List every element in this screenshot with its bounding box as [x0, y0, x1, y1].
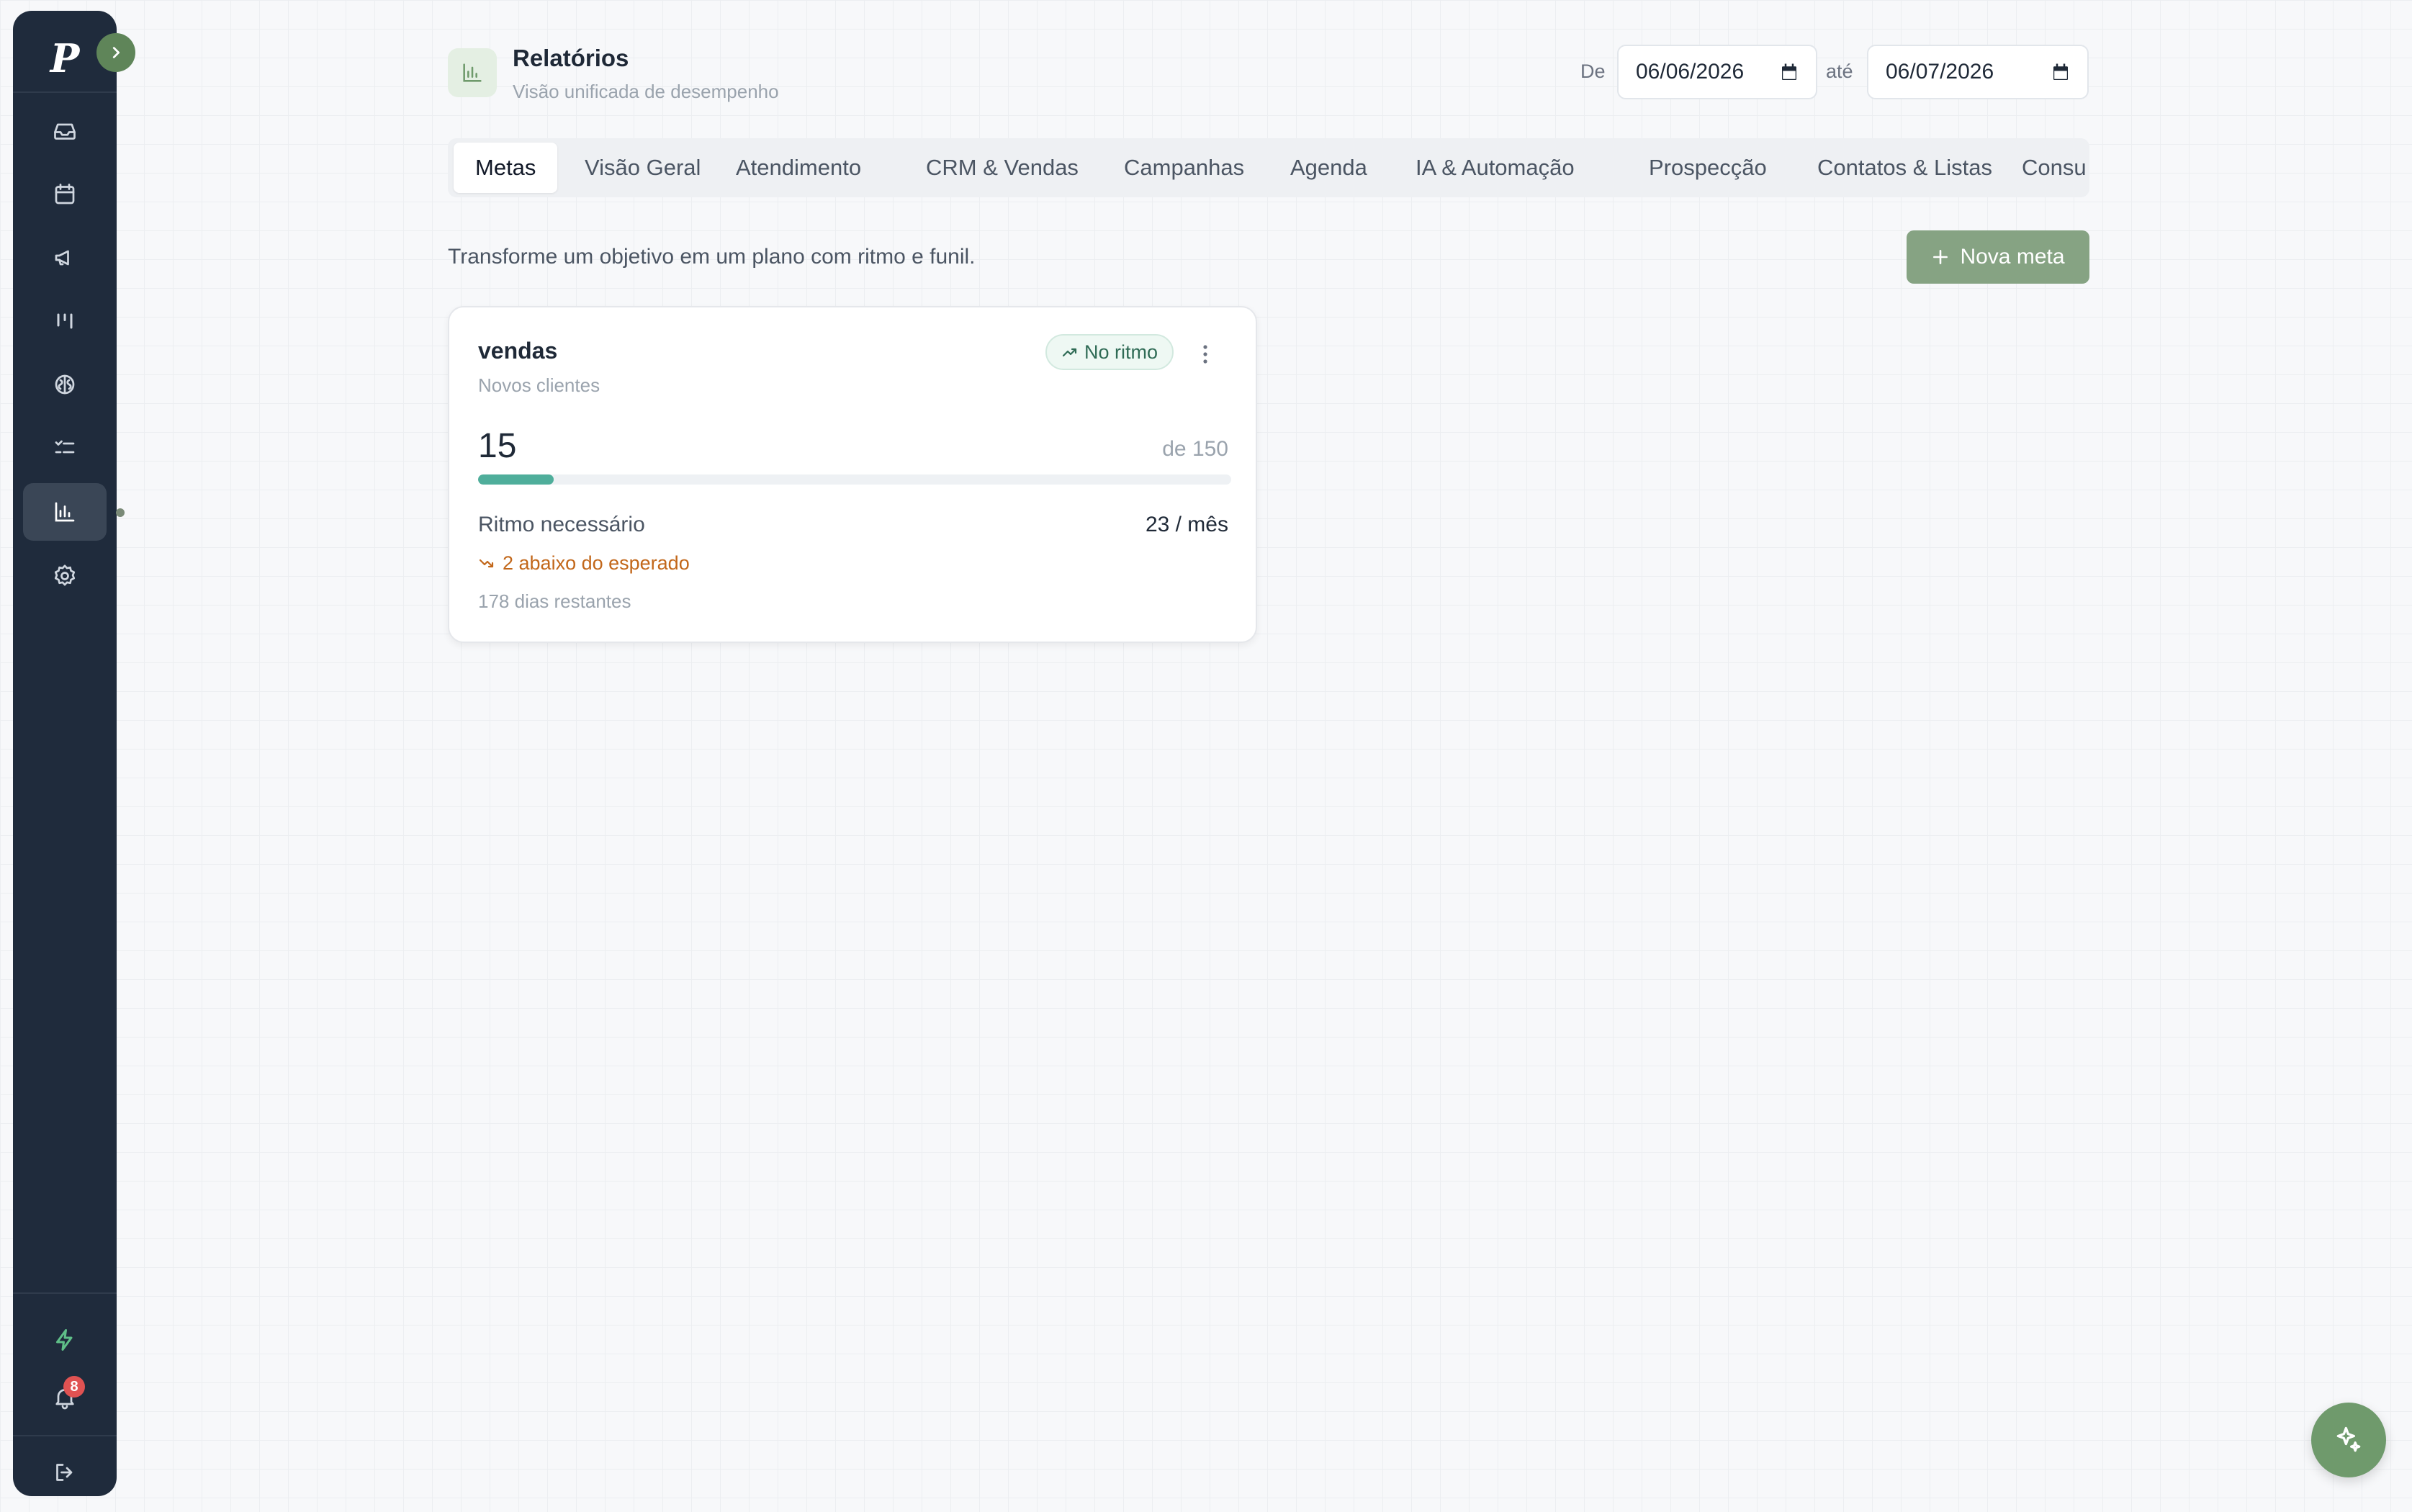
tab-campanhas[interactable]: Campanhas: [1102, 143, 1266, 193]
to-date-label: até: [1826, 60, 1853, 82]
goal-subtitle: Novos clientes: [478, 374, 600, 396]
goal-target-value: de 150: [1162, 437, 1228, 461]
goal-progress-fill: [478, 474, 554, 485]
goal-menu-button[interactable]: [1191, 338, 1220, 371]
tab-consumo[interactable]: Consu: [2000, 143, 2089, 193]
goal-card[interactable]: vendas Novos clientes No ritmo 15 de 150…: [448, 306, 1257, 643]
helper-text: Transforme um objetivo em um plano com r…: [448, 245, 976, 269]
trending-up-icon: [1062, 348, 1077, 357]
sidebar-divider: [13, 1435, 117, 1436]
chevron-right-icon: [112, 47, 120, 58]
calendar-icon: [55, 184, 75, 204]
behind-indicator: 2 abaixo do esperado: [478, 552, 690, 575]
sidebar-item-reports[interactable]: [23, 483, 107, 541]
to-date-value: 06/07/2026: [1886, 60, 1994, 84]
active-indicator-dot: [116, 508, 125, 517]
page-subtitle: Visão unificada de desempenho: [513, 81, 779, 102]
from-date-label: De: [1580, 60, 1606, 82]
from-date-input[interactable]: 06/06/2026: [1617, 45, 1817, 99]
tab-visao-geral[interactable]: Visão Geral: [563, 143, 722, 193]
calendar-icon[interactable]: [2050, 62, 2071, 84]
brain-icon: [55, 374, 75, 395]
goal-current-value: 15: [478, 427, 517, 465]
sidebar-item-pipeline[interactable]: [23, 292, 107, 350]
tab-ia-automacao[interactable]: IA & Automação: [1394, 143, 1596, 193]
page-title: Relatórios: [513, 45, 629, 71]
sidebar-divider: [13, 1292, 117, 1294]
sidebar-item-calendar[interactable]: [23, 166, 107, 223]
behind-text: 2 abaixo do esperado: [503, 552, 690, 574]
new-goal-label: Nova meta: [1960, 245, 2065, 269]
tab-atendimento[interactable]: Atendimento: [714, 143, 883, 193]
tab-contatos-listas[interactable]: Contatos & Listas: [1796, 143, 2014, 193]
sidebar-divider: [13, 91, 117, 93]
days-left: 178 dias restantes: [478, 590, 631, 612]
ai-assistant-button[interactable]: [2311, 1403, 2386, 1477]
plus-icon: [1933, 250, 1948, 264]
logout-icon: [56, 1464, 73, 1481]
pace-value: 23 / mês: [1145, 513, 1228, 536]
sidebar-item-ai[interactable]: [23, 356, 107, 413]
report-tabs: Metas Visão Geral Atendimento CRM & Vend…: [448, 138, 2089, 197]
status-label: No ritmo: [1084, 341, 1158, 363]
lightning-icon: [56, 1329, 73, 1351]
status-badge: No ritmo: [1045, 334, 1174, 370]
notification-badge: 8: [63, 1376, 85, 1398]
sidebar-item-tasks[interactable]: [23, 419, 107, 477]
to-date-input[interactable]: 06/07/2026: [1867, 45, 2089, 99]
expand-sidebar-button[interactable]: [96, 33, 135, 72]
tab-prospeccao[interactable]: Prospecção: [1627, 143, 1788, 193]
bar-chart-icon: [463, 63, 482, 82]
sparkles-icon: [2336, 1426, 2361, 1452]
goal-progress-bar: [478, 474, 1231, 485]
sidebar: P 8: [13, 11, 125, 1496]
goal-title: vendas: [478, 338, 558, 364]
gear-icon: [54, 564, 76, 586]
sidebar-item-logout[interactable]: [23, 1444, 107, 1501]
tab-metas[interactable]: Metas: [454, 143, 558, 193]
sidebar-item-inbox[interactable]: [23, 102, 107, 160]
inbox-icon: [54, 123, 76, 140]
sidebar-item-campaigns[interactable]: [23, 229, 107, 287]
page-icon: [448, 48, 497, 97]
checklist-icon: [55, 440, 75, 454]
calendar-icon[interactable]: [1778, 62, 1800, 84]
more-vertical-icon: [1203, 345, 1207, 364]
sidebar-item-automations[interactable]: [23, 1311, 107, 1369]
kanban-icon: [57, 313, 73, 329]
from-date-value: 06/06/2026: [1636, 60, 1745, 84]
bar-chart-icon: [55, 502, 75, 522]
trending-down-icon: [479, 559, 494, 567]
tab-crm-vendas[interactable]: CRM & Vendas: [904, 143, 1100, 193]
tab-agenda[interactable]: Agenda: [1269, 143, 1389, 193]
sidebar-item-settings[interactable]: [23, 547, 107, 605]
sidebar-item-notifications[interactable]: [23, 1369, 107, 1426]
new-goal-button[interactable]: Nova meta: [1907, 230, 2089, 284]
pace-label: Ritmo necessário: [478, 513, 645, 536]
megaphone-icon: [55, 250, 69, 266]
